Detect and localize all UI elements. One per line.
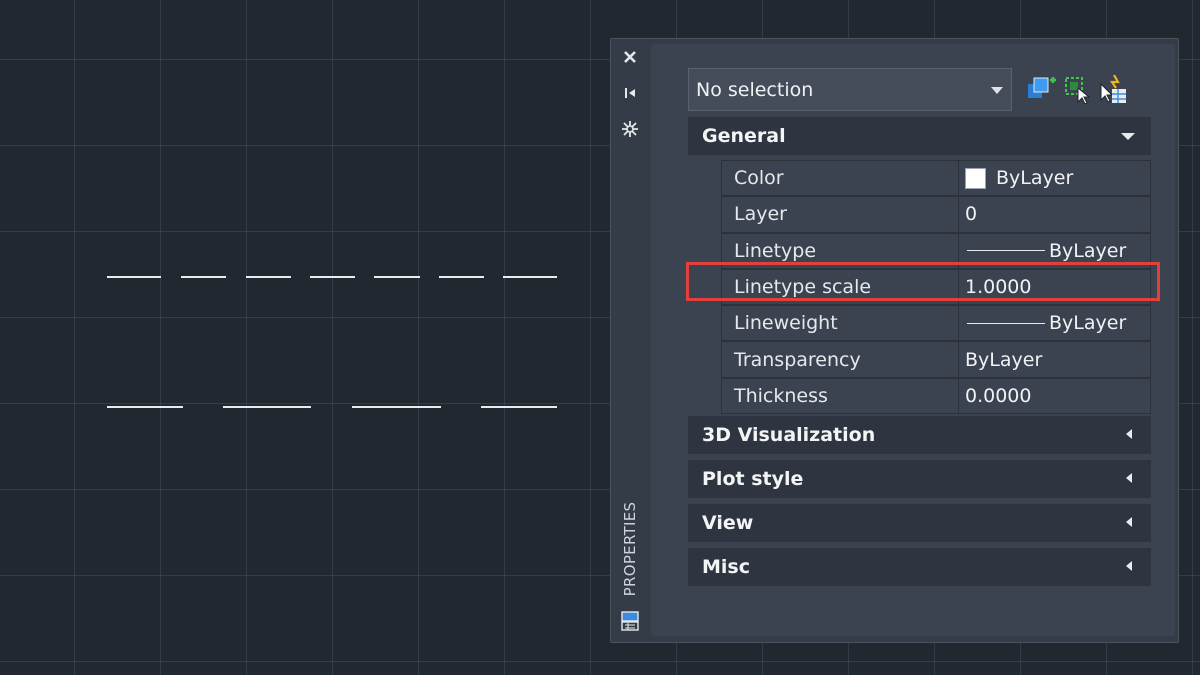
- property-value-thickness[interactable]: 0.0000: [958, 377, 1151, 415]
- chevron-down-icon: [991, 87, 1003, 94]
- dash-segment: [352, 406, 441, 408]
- property-value-linetype[interactable]: ByLayer: [958, 232, 1151, 269]
- section-plot-style[interactable]: Plot style: [688, 460, 1151, 498]
- dash-segment: [374, 276, 420, 278]
- section-plot-style-label: Plot style: [702, 468, 804, 490]
- section-misc[interactable]: Misc: [688, 548, 1151, 586]
- property-name[interactable]: Thickness: [721, 377, 958, 415]
- property-row-lineweight: Lineweight ByLayer: [688, 305, 1151, 342]
- palette-title-strip[interactable]: PROPERTIES: [611, 39, 649, 642]
- dash-segment: [107, 276, 161, 278]
- property-name[interactable]: Linetype: [721, 232, 958, 269]
- selection-dropdown-value: No selection: [696, 78, 814, 101]
- dash-segment: [223, 406, 311, 408]
- property-value-color[interactable]: ByLayer: [958, 160, 1151, 197]
- section-view-label: View: [702, 512, 754, 534]
- dash-segment: [481, 406, 557, 408]
- collapse-arrow-icon: [1121, 133, 1135, 140]
- linetype-preview-line: [967, 250, 1045, 252]
- dash-segment: [246, 276, 291, 278]
- property-row-linetype: Linetype ByLayer: [688, 232, 1151, 269]
- dash-segment: [310, 276, 355, 278]
- property-name[interactable]: Transparency: [721, 341, 958, 378]
- general-properties-table: Color ByLayer Layer 0 Linetype ByLayer L…: [688, 160, 1151, 415]
- section-misc-label: Misc: [702, 556, 750, 578]
- property-value-linetype-scale[interactable]: 1.0000: [958, 268, 1151, 306]
- dash-segment: [181, 276, 226, 278]
- expand-arrow-icon: [1126, 473, 1132, 483]
- section-view[interactable]: View: [688, 504, 1151, 542]
- palette-title: PROPERTIES: [621, 501, 639, 597]
- property-value-lineweight[interactable]: ByLayer: [958, 305, 1151, 342]
- section-3d-visualization-label: 3D Visualization: [702, 424, 876, 446]
- property-row-linetype-scale: Linetype scale 1.0000: [688, 268, 1151, 306]
- property-name[interactable]: Linetype scale: [721, 268, 958, 306]
- toggle-pickadd-icon[interactable]: [1026, 74, 1056, 106]
- property-value-layer[interactable]: 0: [958, 196, 1151, 233]
- property-row-transparency: Transparency ByLayer: [688, 341, 1151, 378]
- auto-hide-icon[interactable]: [618, 82, 642, 104]
- palette-content: No selection General Color ByLayer Layer…: [651, 44, 1175, 636]
- section-general[interactable]: General: [688, 117, 1151, 155]
- properties-palette-icon[interactable]: [618, 610, 642, 632]
- color-swatch: [965, 167, 986, 189]
- section-3d-visualization[interactable]: 3D Visualization: [688, 416, 1151, 454]
- property-row-thickness: Thickness 0.0000: [688, 377, 1151, 415]
- property-value-transparency[interactable]: ByLayer: [958, 341, 1151, 378]
- expand-arrow-icon: [1126, 429, 1132, 439]
- section-general-label: General: [702, 125, 786, 147]
- dash-segment: [439, 276, 484, 278]
- expand-arrow-icon: [1126, 517, 1132, 527]
- dash-segment: [503, 276, 557, 278]
- palette-settings-icon[interactable]: [618, 118, 642, 140]
- properties-palette: PROPERTIES No selection General Color By…: [610, 38, 1179, 643]
- expand-arrow-icon: [1126, 561, 1132, 571]
- property-row-color: Color ByLayer: [688, 160, 1151, 197]
- select-objects-icon[interactable]: [1063, 74, 1093, 106]
- property-row-layer: Layer 0: [688, 196, 1151, 233]
- quick-select-icon[interactable]: [1099, 74, 1129, 106]
- selection-dropdown[interactable]: No selection: [688, 68, 1012, 111]
- property-name[interactable]: Color: [721, 160, 958, 197]
- lineweight-preview-line: [967, 322, 1045, 324]
- dash-segment: [107, 406, 183, 408]
- property-name[interactable]: Lineweight: [721, 305, 958, 342]
- property-name[interactable]: Layer: [721, 196, 958, 233]
- close-icon[interactable]: [618, 46, 642, 68]
